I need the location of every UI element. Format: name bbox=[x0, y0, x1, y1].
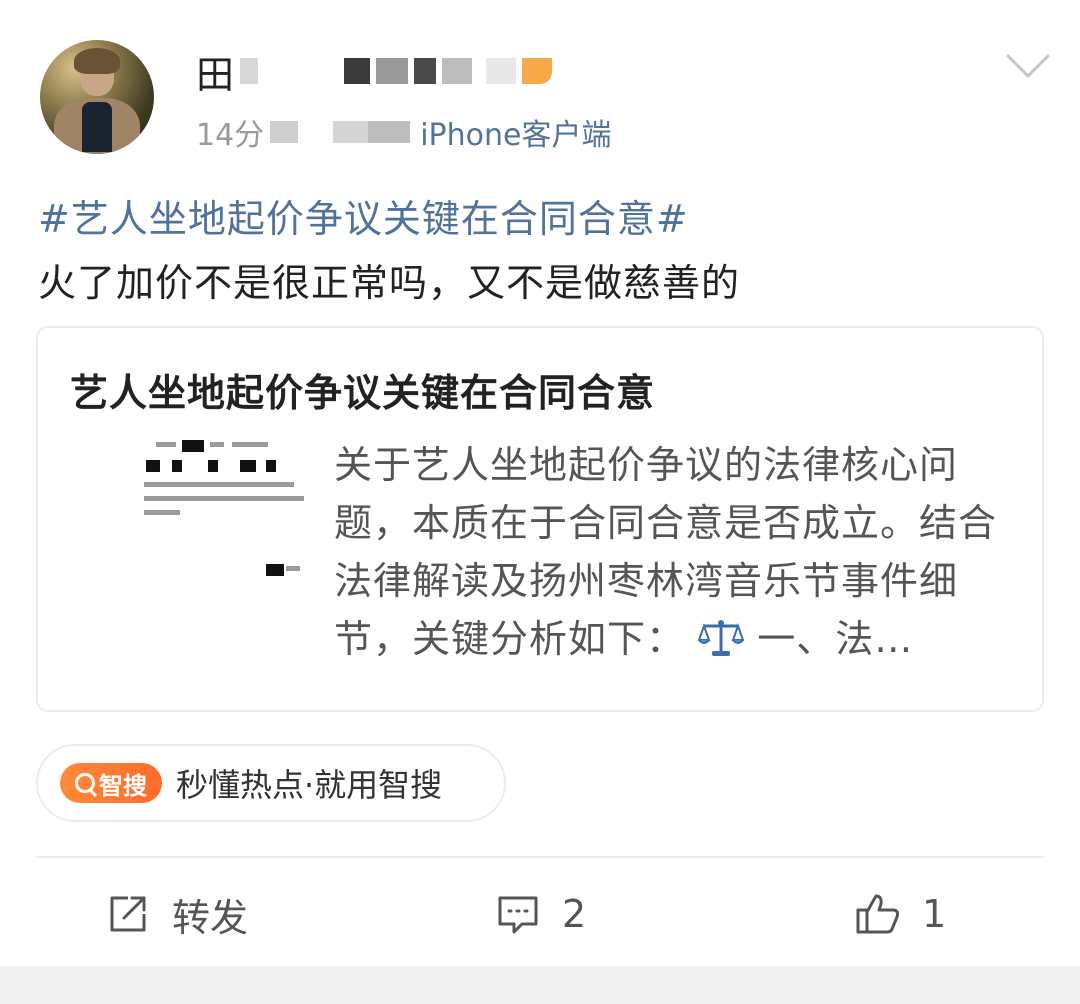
post-text: 火了加价不是很正常吗，又不是做慈善的 bbox=[38, 261, 741, 305]
thumbs-up-icon bbox=[856, 894, 900, 934]
repost-icon bbox=[110, 896, 146, 932]
divider bbox=[36, 856, 1044, 858]
card-description: 关于艺人坐地起价争议的法律核心问题，本质在于合同合意是否成立。结合法律解读及扬州… bbox=[334, 436, 1034, 668]
article-card[interactable]: 艺人坐地起价争议关键在合同合意 关于艺人坐地起价争议的法律核心问题，本质在于合同… bbox=[36, 326, 1044, 712]
comment-button[interactable]: 2 bbox=[494, 882, 586, 946]
redacted-name bbox=[486, 58, 517, 84]
repost-label: 转发 bbox=[172, 895, 249, 940]
comment-icon bbox=[498, 896, 538, 934]
topic-hashtag[interactable]: #艺人坐地起价争议关键在合同合意# bbox=[38, 188, 689, 243]
smart-search-badge: 智搜 bbox=[60, 763, 162, 803]
avatar[interactable] bbox=[40, 40, 154, 154]
like-button[interactable]: 1 bbox=[854, 882, 946, 946]
search-icon bbox=[75, 773, 95, 793]
comment-count: 2 bbox=[562, 892, 587, 936]
username-text: 田 bbox=[196, 52, 235, 97]
post-time: 14分 bbox=[196, 118, 265, 153]
card-title: 艺人坐地起价争议关键在合同合意 bbox=[70, 371, 656, 415]
redacted-name bbox=[376, 58, 409, 84]
redacted-name bbox=[414, 58, 437, 84]
feed-separator bbox=[0, 966, 1080, 1004]
redacted-name bbox=[522, 58, 553, 84]
smart-search-promo[interactable]: 智搜 秒懂热点·就用智搜 bbox=[36, 744, 506, 822]
post-source[interactable]: iPhone客户端 bbox=[420, 110, 611, 154]
post-meta: 14分 iPhone客户端 bbox=[196, 110, 611, 154]
like-count: 1 bbox=[922, 892, 947, 936]
redacted-name bbox=[442, 58, 473, 84]
promo-text: 秒懂热点·就用智搜 bbox=[176, 766, 443, 804]
badge-label: 智搜 bbox=[99, 771, 147, 800]
document-thumbnail bbox=[100, 432, 310, 612]
scales-icon bbox=[698, 620, 745, 656]
redacted-name bbox=[264, 58, 325, 84]
chevron-down-icon[interactable] bbox=[1006, 54, 1050, 80]
redacted-name bbox=[240, 58, 259, 84]
card-description-tail: 一、法… bbox=[757, 617, 914, 661]
repost-button[interactable]: 转发 bbox=[104, 882, 248, 946]
weibo-post: 田 14分 iPhone客户端 #艺人坐地起价争议关键在合同合意# 火了加价不是… bbox=[0, 0, 1080, 1004]
redacted-name bbox=[344, 58, 371, 84]
redacted-meta bbox=[270, 121, 411, 143]
username[interactable]: 田 bbox=[196, 48, 553, 97]
